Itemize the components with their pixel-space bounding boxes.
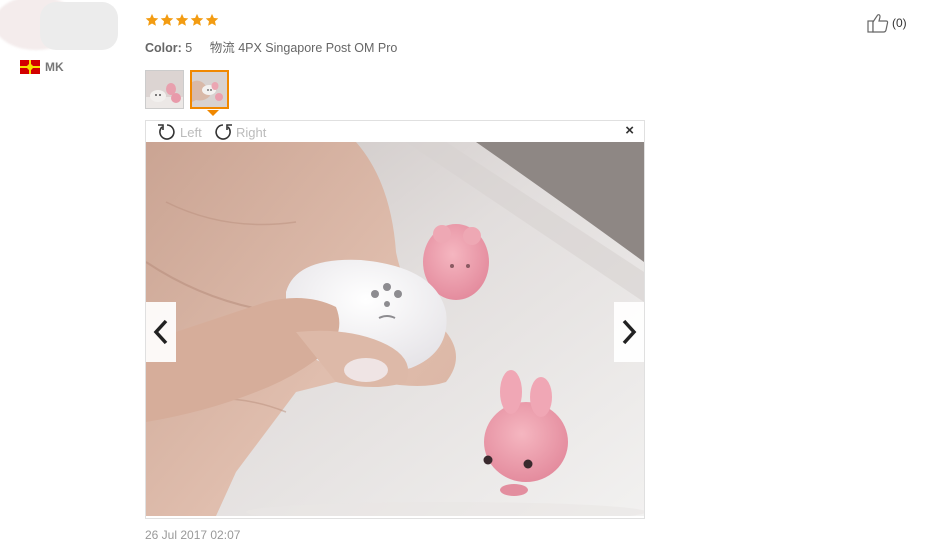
helpful-count: (0) (892, 16, 907, 30)
rotate-right-button[interactable]: Right (212, 122, 266, 142)
color-value: 5 (185, 41, 193, 55)
review-photo (146, 142, 644, 516)
review-meta: Color: 5 物流 4PX Singapore Post OM Pro (145, 37, 397, 56)
country-code: MK (45, 60, 64, 74)
photo-thumbnail-active[interactable] (190, 70, 229, 109)
color-label: Color: (145, 41, 182, 55)
star-icon (175, 13, 189, 26)
rating-stars (145, 13, 219, 27)
chevron-left-icon (153, 319, 168, 345)
flag-icon (20, 60, 40, 74)
previous-photo-button[interactable] (146, 302, 176, 362)
close-icon[interactable]: × (625, 123, 634, 139)
star-icon (145, 13, 159, 26)
rotate-right-icon (215, 124, 232, 140)
chevron-right-icon (622, 319, 637, 345)
photo-thumbnails (145, 70, 229, 109)
star-icon (160, 13, 174, 26)
star-icon (190, 13, 204, 26)
rotate-left-label: Left (180, 124, 202, 140)
reviewer-avatar (0, 0, 120, 52)
shipping-method: 物流 4PX Singapore Post OM Pro (209, 41, 398, 55)
star-icon (205, 13, 219, 26)
helpful-button[interactable]: (0) (867, 13, 907, 33)
photo-viewer: Left Right × (145, 120, 645, 519)
active-thumbnail-caret (207, 110, 219, 116)
rotate-left-button[interactable]: Left (156, 122, 202, 142)
reviewer-country: MK (20, 60, 64, 74)
viewer-toolbar: Left Right × (146, 121, 644, 142)
next-photo-button[interactable] (614, 302, 644, 362)
rotate-left-icon (158, 124, 175, 140)
photo-thumbnail[interactable] (145, 70, 184, 109)
review-date: 26 Jul 2017 02:07 (145, 528, 241, 542)
thumbs-up-icon (867, 14, 889, 33)
rotate-right-label: Right (236, 124, 267, 140)
